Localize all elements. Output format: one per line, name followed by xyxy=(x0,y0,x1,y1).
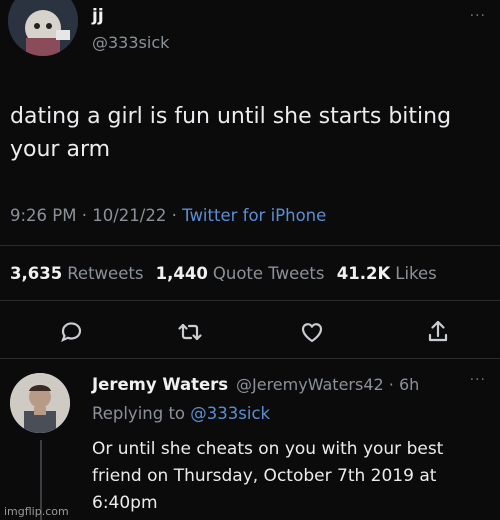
replying-to-label: Replying to xyxy=(92,404,186,423)
reply-text: Or until she cheats on you with your bes… xyxy=(92,439,444,513)
divider xyxy=(0,300,500,301)
divider xyxy=(0,358,500,359)
retweets-count: 3,635 xyxy=(10,264,63,283)
engagement-stats: 3,635 Retweets 1,440 Quote Tweets 41.2K Lik… xyxy=(10,264,444,283)
tweet-time: 9:26 PM xyxy=(10,206,77,225)
action-bar xyxy=(0,318,500,348)
likes-count: 41.2K xyxy=(336,264,391,283)
reply-more-options-icon[interactable]: ··· xyxy=(470,372,486,388)
likes-label: Likes xyxy=(395,264,437,283)
meta-separator: · xyxy=(81,206,93,225)
reply-author-handle[interactable]: @JeremyWaters42 · 6h xyxy=(236,375,419,394)
retweets-stat[interactable]: 3,635 Retweets xyxy=(10,264,143,283)
divider xyxy=(0,245,500,246)
author-avatar[interactable] xyxy=(8,0,78,56)
tweet-source-link[interactable]: Twitter for iPhone xyxy=(182,206,326,225)
likes-stat[interactable]: 41.2K Likes xyxy=(337,264,437,283)
quotes-count: 1,440 xyxy=(155,264,208,283)
replying-to: Replying to @333sick xyxy=(92,404,270,423)
reply-author-name[interactable]: Jeremy Waters xyxy=(92,375,228,394)
retweets-label: Retweets xyxy=(67,264,144,283)
tweet-date: 10/21/22 xyxy=(92,206,167,225)
retweet-icon[interactable] xyxy=(176,318,204,346)
quotes-stat[interactable]: 1,440 Quote Tweets xyxy=(156,264,325,283)
more-options-icon[interactable]: ··· xyxy=(470,8,486,24)
quotes-label: Quote Tweets xyxy=(212,264,325,283)
tweet-text: dating a girl is fun until she starts bi… xyxy=(10,104,452,162)
comment-icon[interactable] xyxy=(58,318,86,346)
tweet-meta: 9:26 PM · 10/21/22 · Twitter for iPhone xyxy=(10,206,326,225)
heart-icon[interactable] xyxy=(298,318,326,346)
author-name[interactable]: jj xyxy=(92,6,104,26)
reply-author-avatar[interactable] xyxy=(10,373,70,433)
author-handle[interactable]: @333sick xyxy=(92,33,169,52)
replying-to-mention[interactable]: @333sick xyxy=(190,404,270,423)
share-icon[interactable] xyxy=(424,318,452,346)
watermark: imgflip.com xyxy=(4,505,69,518)
meta-separator: · xyxy=(171,206,183,225)
